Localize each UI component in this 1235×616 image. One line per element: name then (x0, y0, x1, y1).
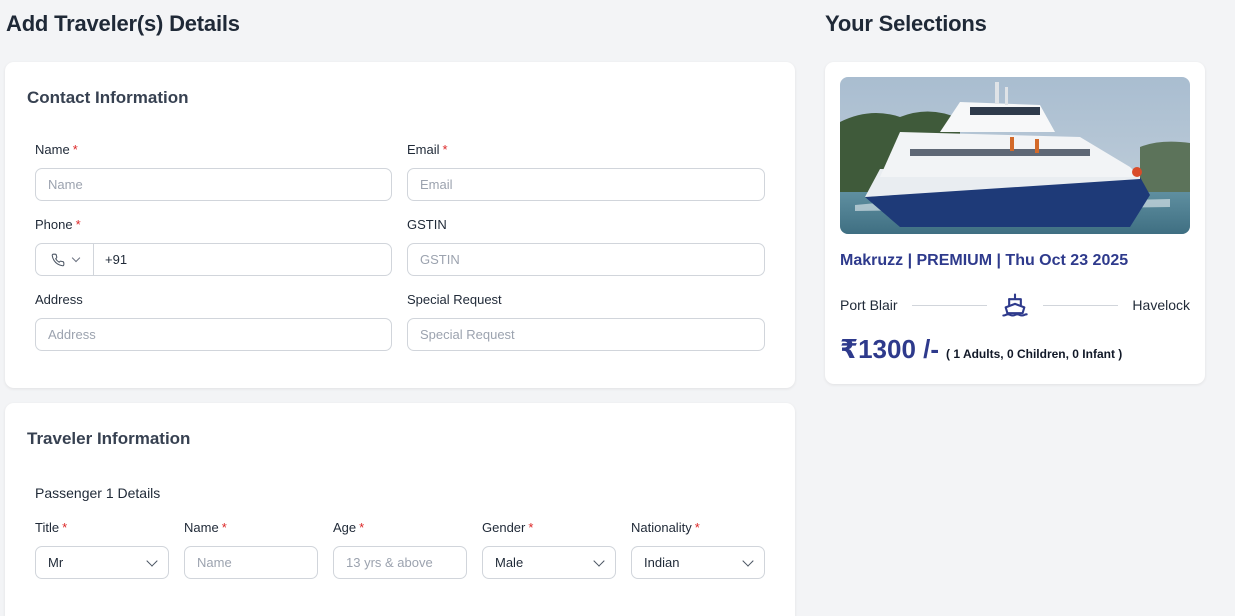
required-mark: * (221, 520, 227, 535)
contact-information-title: Contact Information (27, 88, 189, 107)
email-input[interactable]: Email (407, 168, 765, 201)
chevron-down-icon (146, 554, 158, 567)
age-field-group: Age * 13 yrs & above (333, 520, 467, 579)
ferry-photo (840, 77, 1190, 234)
nationality-label: Nationality (631, 520, 692, 535)
title-select[interactable]: Mr (35, 546, 169, 579)
chevron-down-icon (593, 554, 605, 567)
gstin-label: GSTIN (407, 217, 447, 232)
gender-label: Gender (482, 520, 526, 535)
route-divider (1043, 304, 1119, 306)
phone-field: +91 (35, 243, 392, 276)
special-request-field-group: Special Request Special Request (407, 292, 765, 351)
name-field-group: Name * Name (35, 142, 392, 201)
contact-information-card: Contact Information Name * Name Email * Em… (5, 62, 795, 388)
passenger-summary: ( 1 Adults, 0 Children, 0 Infant ) (946, 347, 1123, 361)
gstin-field-group: GSTIN GSTIN (407, 217, 765, 276)
special-request-input[interactable]: Special Request (407, 318, 765, 351)
age-input[interactable]: 13 yrs & above (333, 546, 467, 579)
address-input[interactable]: Address (35, 318, 392, 351)
address-label: Address (35, 292, 83, 307)
phone-icon (51, 253, 64, 266)
gender-select-value: Male (495, 555, 524, 570)
title-select-value: Mr (48, 555, 64, 570)
address-field-group: Address Address (35, 292, 392, 351)
ferry-photo-graphic (840, 77, 1190, 234)
required-mark: * (62, 520, 68, 535)
nationality-field-group: Nationality * Indian (631, 520, 765, 579)
nationality-select-value: Indian (644, 555, 680, 570)
selections-title: Your Selections (825, 11, 987, 36)
passenger-name-input[interactable]: Name (184, 546, 318, 579)
gender-select[interactable]: Male (482, 546, 616, 579)
email-field-group: Email * Email (407, 142, 765, 201)
price-row: ₹1300 /- ( 1 Adults, 0 Children, 0 Infan… (840, 334, 1122, 365)
email-label: Email (407, 142, 440, 157)
required-mark: * (442, 142, 448, 157)
required-mark: * (72, 142, 78, 157)
passenger-name-field-group: Name * Name (184, 520, 318, 579)
gstin-input[interactable]: GSTIN (407, 243, 765, 276)
traveler-information-card: Traveler Information Passenger 1 Details… (5, 403, 795, 616)
title-label: Title (35, 520, 60, 535)
phone-label: Phone (35, 217, 73, 232)
age-label: Age (333, 520, 357, 535)
price-value: ₹1300 /- (840, 334, 940, 364)
required-mark: * (359, 520, 365, 535)
country-code-select[interactable] (36, 244, 94, 275)
name-input[interactable]: Name (35, 168, 392, 201)
page-title: Add Traveler(s) Details (6, 11, 240, 36)
passenger-name-label: Name (184, 520, 219, 535)
phone-field-group: Phone * +91 (35, 217, 392, 276)
route-divider (911, 304, 987, 306)
required-mark: * (75, 217, 81, 232)
route-to: Havelock (1132, 297, 1191, 313)
gender-field-group: Gender * Male (482, 520, 616, 579)
trip-title: Makruzz | PREMIUM | Thu Oct 23 2025 (840, 252, 1129, 269)
selection-card: Makruzz | PREMIUM | Thu Oct 23 2025 Port… (825, 62, 1205, 384)
phone-input[interactable]: +91 (94, 252, 127, 267)
special-request-label: Special Request (407, 292, 502, 307)
required-mark: * (528, 520, 534, 535)
nationality-select[interactable]: Indian (631, 546, 765, 579)
ship-icon (1002, 293, 1028, 317)
route-info: Port Blair Havelock (840, 288, 1190, 322)
title-field-group: Title * Mr (35, 520, 169, 579)
traveler-information-title: Traveler Information (27, 429, 191, 448)
chevron-down-icon (742, 554, 754, 567)
passenger-heading: Passenger 1 Details (35, 485, 161, 501)
required-mark: * (694, 520, 700, 535)
route-from: Port Blair (840, 297, 898, 313)
chevron-down-icon (71, 253, 80, 263)
name-label: Name (35, 142, 70, 157)
